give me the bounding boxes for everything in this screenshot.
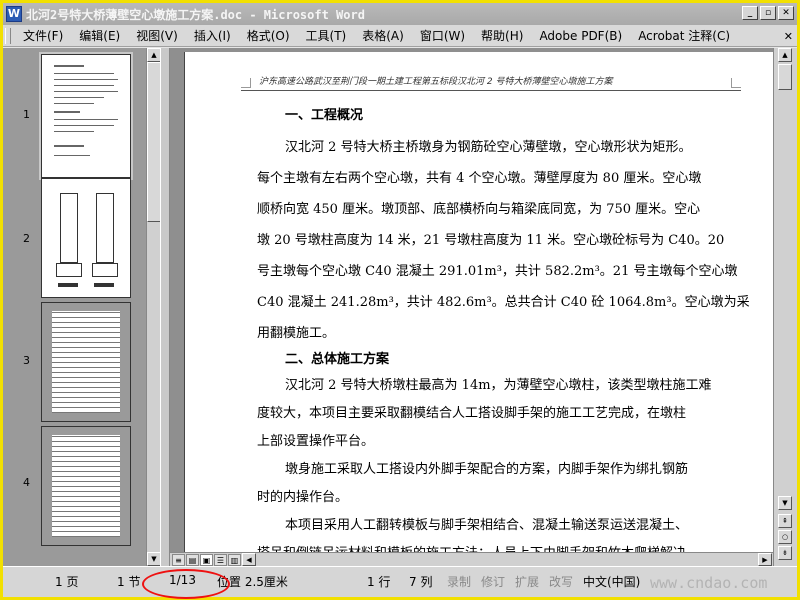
vertical-scroll-thumb[interactable] xyxy=(778,64,792,90)
thumbnail-number: 4 xyxy=(23,476,30,489)
menu-adobe-pdf[interactable]: Adobe PDF(B) xyxy=(531,26,630,46)
window-title: 北河2号特大桥薄壁空心墩施工方案.doc - Microsoft Word xyxy=(26,7,365,22)
body-line: 汉北河 2 号特大桥墩柱最高为 14m，为薄壁空心墩柱，该类型墩柱施工难 xyxy=(285,378,712,393)
title-bar: W 北河2号特大桥薄壁空心墩施工方案.doc - Microsoft Word … xyxy=(3,3,797,25)
browse-object-icon[interactable]: ○ xyxy=(778,530,792,544)
header-rule xyxy=(241,90,741,91)
section-heading: 二、总体施工方案 xyxy=(285,352,390,367)
watermark: www.cndao.com xyxy=(650,574,768,592)
body-line: 度较大，本项目主要采取翻模结合人工搭设脚手架的施工工艺完成，在墩柱 xyxy=(257,406,687,421)
red-highlight-circle xyxy=(142,569,230,599)
scroll-up-icon[interactable]: ▲ xyxy=(778,48,792,62)
status-rec[interactable]: 录制 xyxy=(447,573,471,590)
scroll-down-icon[interactable]: ▼ xyxy=(147,552,161,566)
next-page-icon[interactable]: ⇟ xyxy=(778,546,792,560)
thumbnail-number: 1 xyxy=(23,108,30,121)
page-thumbnail-1[interactable] xyxy=(39,52,133,180)
document-area: 沪东高速公路武汉至荆门段一期土建工程第五标段汉北河 2 号特大桥薄壁空心墩施工方… xyxy=(170,48,773,552)
status-ext[interactable]: 扩展 xyxy=(515,573,539,590)
vertical-scrollbar[interactable]: ▲ ▼ ⇞ ○ ⇟ xyxy=(773,48,797,566)
body-line: 墩身施工采取人工搭设内外脚手架配合的方案，内脚手架作为绑扎钢筋 xyxy=(285,462,689,477)
menu-window[interactable]: 窗口(W) xyxy=(412,26,473,46)
menu-format[interactable]: 格式(O) xyxy=(239,26,298,46)
word-app-icon[interactable]: W xyxy=(6,6,22,22)
print-layout-icon[interactable]: ▣ xyxy=(200,554,213,566)
thumbnail-scrollbar[interactable]: ▲ ▼ xyxy=(146,48,161,566)
menu-bar: 文件(F) 编辑(E) 视图(V) 插入(I) 格式(O) 工具(T) 表格(A… xyxy=(3,25,797,47)
normal-view-icon[interactable]: ≡ xyxy=(172,554,185,566)
horizontal-scrollbar[interactable]: ≡ ▤ ▣ ☰ ▥ ◀ ▶ xyxy=(170,552,773,566)
minimize-icon[interactable]: _ xyxy=(742,6,758,20)
body-line: 墩 20 号墩柱高度为 14 米，21 号墩柱高度为 11 米。空心墩砼标号为 … xyxy=(257,233,725,248)
scroll-down-icon[interactable]: ▼ xyxy=(778,496,792,510)
status-ovr[interactable]: 改写 xyxy=(549,573,573,590)
previous-page-icon[interactable]: ⇞ xyxy=(778,514,792,528)
scroll-right-icon[interactable]: ▶ xyxy=(758,553,772,566)
section-heading: 一、工程概况 xyxy=(285,108,364,123)
page-thumbnail-3[interactable] xyxy=(41,302,131,422)
page-thumbnail-4[interactable] xyxy=(41,426,131,546)
restore-icon[interactable]: ▫ xyxy=(760,6,776,20)
scroll-left-icon[interactable]: ◀ xyxy=(242,553,256,566)
toolbar-grip[interactable] xyxy=(5,27,11,44)
body-line: 顺桥向宽 450 厘米。墩顶部、底部横桥向与箱梁底同宽，为 750 厘米。空心 xyxy=(257,202,701,217)
menu-table[interactable]: 表格(A) xyxy=(354,26,412,46)
menu-tools[interactable]: 工具(T) xyxy=(298,26,355,46)
menu-view[interactable]: 视图(V) xyxy=(128,26,186,46)
thumbnail-number: 2 xyxy=(23,232,30,245)
status-language: 中文(中国) xyxy=(583,575,641,589)
menu-file[interactable]: 文件(F) xyxy=(15,26,71,46)
document-page[interactable]: 沪东高速公路武汉至荆门段一期土建工程第五标段汉北河 2 号特大桥薄壁空心墩施工方… xyxy=(184,52,773,552)
status-trk[interactable]: 修订 xyxy=(481,573,505,590)
body-line: 时的内操作台。 xyxy=(257,490,349,505)
status-page: 1 页 xyxy=(55,575,79,589)
close-icon[interactable]: ✕ xyxy=(778,6,794,20)
web-layout-icon[interactable]: ▤ xyxy=(186,554,199,566)
thumbnail-pane: 1 2 3 4 ▲ ▼ xyxy=(3,48,161,566)
body-line: 号主墩每个空心墩 C40 混凝土 291.01m³，共计 582.2m³。21 … xyxy=(257,264,738,279)
reading-layout-icon[interactable]: ▥ xyxy=(228,554,241,566)
status-column: 7 列 xyxy=(409,575,433,589)
thumbnail-number: 3 xyxy=(23,354,30,367)
body-line: C40 混凝土 241.28m³，共计 482.6m³。总共合计 C40 砼 1… xyxy=(257,295,750,310)
body-line: 汉北河 2 号特大桥主桥墩身为钢筋砼空心薄壁墩，空心墩形状为矩形。 xyxy=(285,140,692,155)
scroll-up-icon[interactable]: ▲ xyxy=(147,48,161,62)
body-line: 本项目采用人工翻转模板与脚手架相结合、混凝土输送泵运送混凝土、 xyxy=(285,518,689,533)
pane-splitter[interactable] xyxy=(160,48,170,566)
document-close-icon[interactable]: ✕ xyxy=(784,30,793,43)
body-line: 用翻模施工。 xyxy=(257,326,336,341)
corner-mark xyxy=(731,78,741,88)
page-thumbnail-2[interactable] xyxy=(41,178,131,298)
status-line: 1 行 xyxy=(367,575,391,589)
thumbnail-scroll-thumb[interactable] xyxy=(147,62,161,222)
menu-edit[interactable]: 编辑(E) xyxy=(71,26,128,46)
corner-mark xyxy=(241,78,251,88)
page-header: 沪东高速公路武汉至荆门段一期土建工程第五标段汉北河 2 号特大桥薄壁空心墩施工方… xyxy=(259,77,613,87)
menu-help[interactable]: 帮助(H) xyxy=(473,26,531,46)
outline-view-icon[interactable]: ☰ xyxy=(214,554,227,566)
body-line: 塔吊和倒链吊运材料和模板的施工方法；人员上下由脚手架和竹木爬梯解决， xyxy=(257,542,699,552)
status-section: 1 节 xyxy=(117,575,141,589)
body-line: 每个主墩有左右两个空心墩，共有 4 个空心墩。薄壁厚度为 80 厘米。空心墩 xyxy=(257,171,702,186)
menu-acrobat-comments[interactable]: Acrobat 注释(C) xyxy=(630,26,738,46)
menu-insert[interactable]: 插入(I) xyxy=(186,26,239,46)
body-line: 上部设置操作平台。 xyxy=(257,434,375,449)
